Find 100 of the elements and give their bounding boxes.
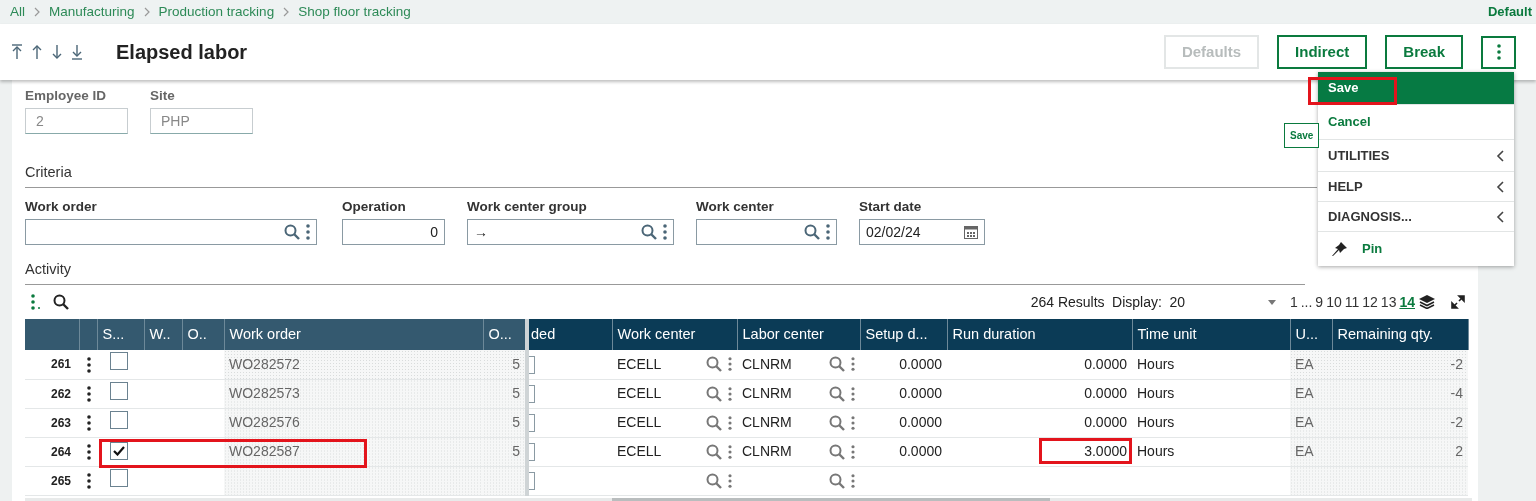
table-cell: WO282572 (229, 355, 300, 372)
column-header[interactable]: Work order (224, 319, 483, 350)
column-header[interactable]: Setup d... (860, 319, 947, 350)
table-cell: -2 (1450, 414, 1463, 430)
page-link[interactable]: 10 (1326, 291, 1342, 313)
up-arrow-icon[interactable] (30, 44, 44, 60)
more-icon[interactable] (851, 444, 855, 459)
breadcrumb-link[interactable]: All (10, 1, 25, 23)
page-link[interactable]: 12 (1362, 291, 1378, 313)
row-checkbox[interactable] (110, 410, 128, 429)
column-settings-icon[interactable] (31, 294, 41, 310)
page-link[interactable]: ... (1300, 291, 1313, 313)
row-menu-icon[interactable] (87, 444, 91, 461)
page-size-dropdown[interactable]: 20 (1165, 291, 1276, 313)
more-icon[interactable] (851, 357, 855, 372)
table-cell: 5 (512, 414, 520, 430)
caret-icon (1267, 299, 1276, 305)
table-cell: 0.0000 (899, 355, 942, 372)
more-actions-button[interactable] (1481, 35, 1516, 69)
chevron-right-icon (34, 7, 40, 17)
row-checkbox[interactable] (110, 352, 128, 371)
column-header[interactable]: ded (527, 319, 612, 350)
more-icon[interactable] (728, 444, 732, 459)
layers-icon[interactable] (1419, 295, 1435, 309)
last-record-icon[interactable] (70, 44, 84, 60)
input-field[interactable]: 0 (342, 219, 445, 246)
column-header[interactable]: Labor center (737, 319, 860, 350)
page-link[interactable]: 9 (1315, 291, 1324, 313)
table-cell-text: CLNRM (742, 413, 793, 432)
menu-item[interactable]: Pin (1318, 232, 1514, 266)
column-header[interactable]: S... (97, 319, 144, 350)
menu-item[interactable]: HELP (1318, 172, 1514, 202)
chevron-left-icon (1496, 210, 1504, 223)
page-title: Elapsed labor (116, 40, 248, 65)
expand-icon[interactable] (1451, 295, 1465, 309)
date-field[interactable]: 02/02/24 (859, 219, 985, 246)
column-header[interactable]: W.. (144, 319, 182, 350)
page-link[interactable]: 13 (1380, 291, 1397, 313)
column-header[interactable]: U... (1290, 319, 1332, 350)
section-title: Activity (25, 259, 1305, 285)
action-button[interactable]: Indirect (1277, 34, 1368, 70)
row-number: 262 (50, 386, 71, 401)
row-menu-icon[interactable] (87, 357, 91, 374)
more-icon[interactable] (826, 224, 830, 241)
more-icon[interactable] (1496, 44, 1501, 60)
page-link[interactable]: 1 (1289, 291, 1298, 313)
menu-item[interactable]: DIAGNOSIS... (1318, 202, 1514, 232)
search-icon[interactable] (53, 294, 69, 310)
table-cell-text: ECELL (617, 413, 663, 432)
action-button[interactable]: Break (1385, 34, 1463, 70)
table-cell: -2 (1450, 355, 1463, 372)
row-menu-icon[interactable] (87, 415, 91, 432)
row-checkbox[interactable] (110, 442, 128, 460)
user-profile-label[interactable]: Default (1487, 2, 1532, 22)
chevron-left-icon (1496, 149, 1504, 162)
breadcrumb-link[interactable]: Production tracking (158, 1, 275, 23)
more-icon[interactable] (728, 473, 732, 488)
row-number: 264 (50, 444, 71, 459)
search-icon[interactable] (804, 224, 820, 241)
first-record-icon[interactable] (10, 44, 24, 60)
column-header[interactable]: O... (483, 319, 527, 350)
more-icon[interactable] (851, 386, 855, 401)
table-cell: WO282587 (229, 443, 300, 459)
table-cell: 3.0000 (1084, 443, 1127, 459)
row-menu-icon[interactable] (87, 386, 91, 403)
more-icon[interactable] (306, 224, 310, 241)
more-icon[interactable] (851, 473, 855, 488)
table-cell: 5 (512, 355, 520, 372)
menu-item[interactable]: Save (1318, 72, 1514, 105)
cell-input-edge (529, 443, 535, 462)
column-header[interactable]: O.. (182, 319, 224, 350)
column-header[interactable]: Remaining qty. (1332, 319, 1468, 350)
search-icon[interactable] (284, 224, 300, 241)
table-cell: 0.0000 (1084, 414, 1127, 430)
row-checkbox[interactable] (110, 381, 128, 400)
input-field[interactable] (25, 219, 317, 246)
more-icon[interactable] (851, 415, 855, 430)
column-header[interactable]: Work center (612, 319, 737, 350)
breadcrumb-link[interactable]: Shop floor tracking (298, 1, 411, 23)
input-field[interactable] (696, 219, 837, 246)
calendar-icon[interactable] (964, 225, 978, 240)
more-icon[interactable] (728, 357, 732, 372)
more-icon[interactable] (663, 224, 667, 241)
row-menu-icon[interactable] (87, 473, 91, 490)
pin-icon (1332, 241, 1348, 257)
input-field[interactable]: → (467, 219, 674, 246)
column-header[interactable]: Time unit (1132, 319, 1290, 350)
column-header[interactable]: Run duration (947, 319, 1132, 350)
breadcrumb-link[interactable]: Manufacturing (49, 1, 135, 23)
table-cell-text: CLNRM (742, 442, 793, 461)
checkmark-icon (113, 446, 125, 456)
menu-item[interactable]: UTILITIES (1318, 140, 1514, 172)
search-icon[interactable] (641, 224, 657, 241)
table-cell: 0.0000 (1084, 355, 1127, 372)
page-link[interactable]: 11 (1344, 291, 1360, 313)
row-checkbox[interactable] (110, 468, 128, 487)
down-arrow-icon[interactable] (50, 44, 64, 60)
more-icon[interactable] (728, 415, 732, 430)
more-icon[interactable] (728, 386, 732, 401)
page-link[interactable]: 14 (1399, 291, 1415, 313)
